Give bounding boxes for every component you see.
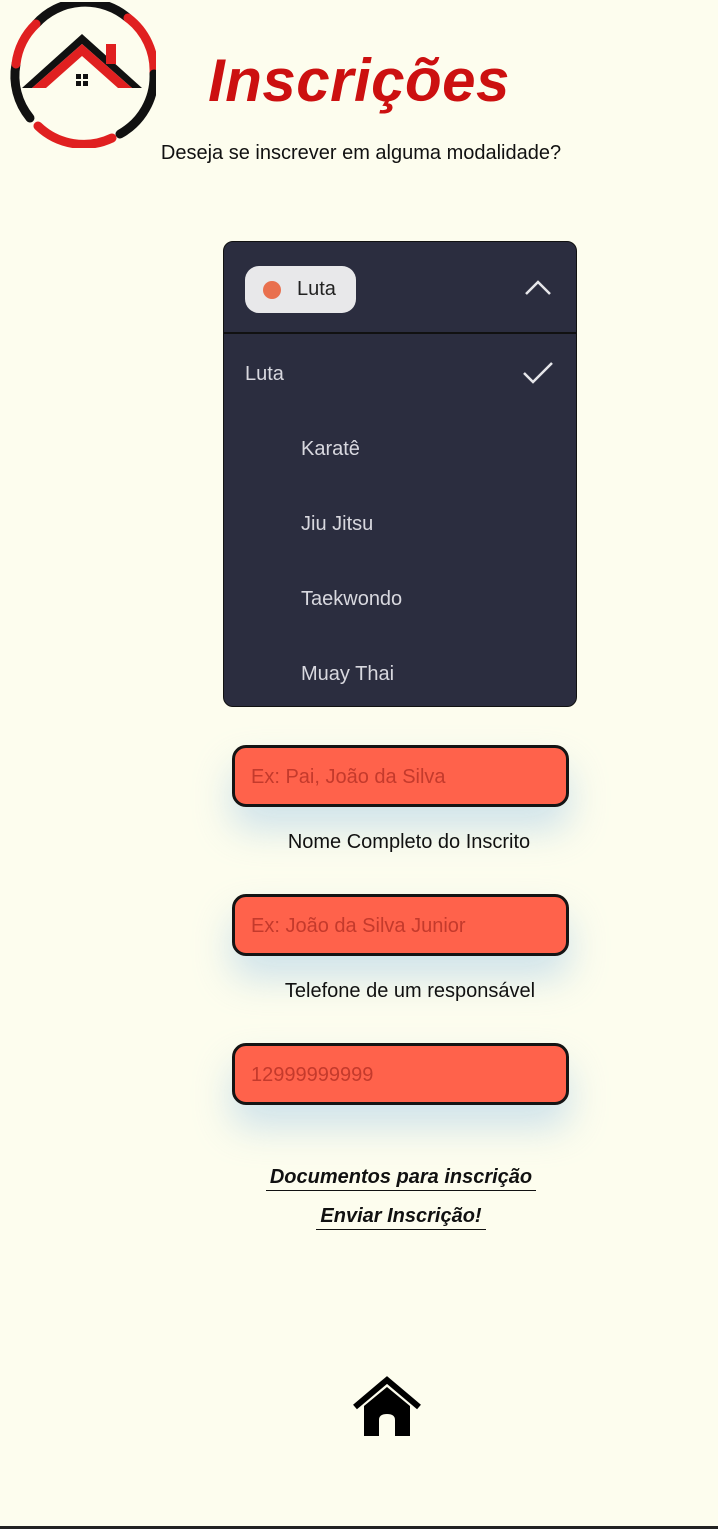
input-placeholder: Ex: Pai, João da Silva [251,766,446,788]
enrollee-name-input[interactable]: Ex: João da Silva Junior [232,894,569,956]
dropdown-option-muay-thai[interactable]: Muay Thai [301,663,394,686]
dropdown-header[interactable]: Luta [224,242,576,334]
check-icon [523,362,553,384]
input-placeholder: 12999999999 [251,1064,374,1086]
documents-link[interactable]: Documentos para inscrição [0,1166,718,1191]
selected-modality-chip[interactable]: Luta [245,266,356,313]
page-subtitle: Deseja se inscrever em alguma modalidade… [160,142,562,164]
chip-label: Luta [297,278,336,300]
field-label-phone: Telefone de um responsável [284,980,536,1002]
dropdown-option-taekwondo[interactable]: Taekwondo [301,588,402,611]
phone-input[interactable]: 12999999999 [232,1043,569,1105]
input-placeholder: Ex: João da Silva Junior [251,915,466,937]
modality-dropdown[interactable]: Luta Luta Karatê Jiu Jitsu Taekwondo Mua… [223,241,577,707]
dropdown-option-jiu-jitsu[interactable]: Jiu Jitsu [301,513,373,536]
guardian-name-input[interactable]: Ex: Pai, João da Silva [232,745,569,807]
chevron-up-icon[interactable] [524,278,552,296]
submit-enrollment-link[interactable]: Enviar Inscrição! [0,1205,718,1230]
chip-dot-icon [263,281,281,299]
dropdown-option-luta[interactable]: Luta [245,363,284,386]
field-label-full-name: Nome Completo do Inscrito [287,831,531,853]
home-icon[interactable] [352,1376,422,1438]
page-title: Inscrições [208,47,510,114]
dropdown-option-karate[interactable]: Karatê [301,438,360,461]
